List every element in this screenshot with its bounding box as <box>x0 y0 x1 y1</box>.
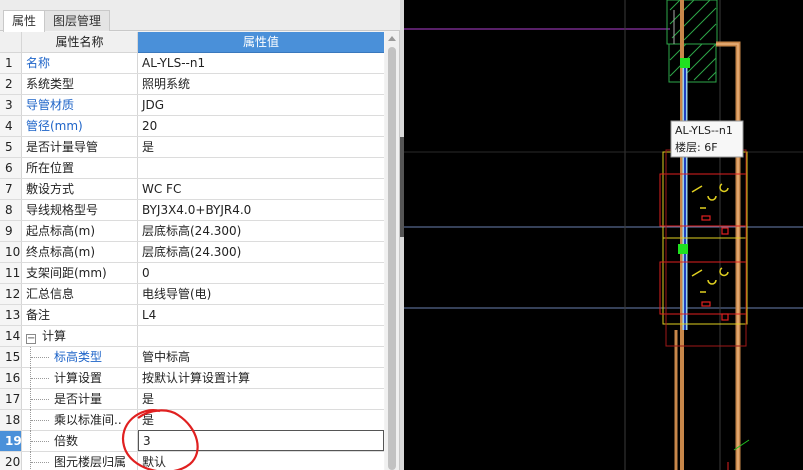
panel-tabs: 属性 图层管理 <box>0 0 400 32</box>
tooltip-element-name: AL-YLS--n1 <box>675 124 733 137</box>
box-symbols <box>701 215 729 321</box>
conduit-pipe <box>716 41 741 470</box>
grip-point[interactable] <box>680 58 690 68</box>
annotation-circle <box>121 409 199 470</box>
hatched-column <box>668 43 717 83</box>
cad-canvas[interactable]: AL-YLS--n1 楼层: 6F <box>404 0 803 470</box>
hatch-pattern <box>669 0 717 81</box>
app-window: 属性 图层管理 属性名称 属性值 1 名称 AL-YLS--n1 2 系统类型 … <box>0 0 803 470</box>
scrollbar-thumb[interactable] <box>388 47 396 470</box>
tooltip-floor: 楼层: 6F <box>675 140 718 154</box>
tab-properties[interactable]: 属性 <box>3 10 46 32</box>
cad-drawing: AL-YLS--n1 楼层: 6F <box>404 0 803 470</box>
property-panel: 属性 图层管理 属性名称 属性值 1 名称 AL-YLS--n1 2 系统类型 … <box>0 0 400 470</box>
grip-point[interactable] <box>678 244 688 254</box>
distribution-box <box>662 151 748 239</box>
distribution-box <box>662 237 748 325</box>
outline-red <box>659 173 747 227</box>
vertical-scrollbar[interactable] <box>385 32 399 470</box>
conduit-pipe-highlight <box>716 43 739 470</box>
property-grid: 属性名称 属性值 1 名称 AL-YLS--n1 2 系统类型 照明系统 3 导… <box>0 32 384 470</box>
tab-layer-management[interactable]: 图层管理 <box>44 10 111 31</box>
scroll-up-icon[interactable] <box>388 36 396 41</box>
annotation-circles <box>121 409 199 470</box>
